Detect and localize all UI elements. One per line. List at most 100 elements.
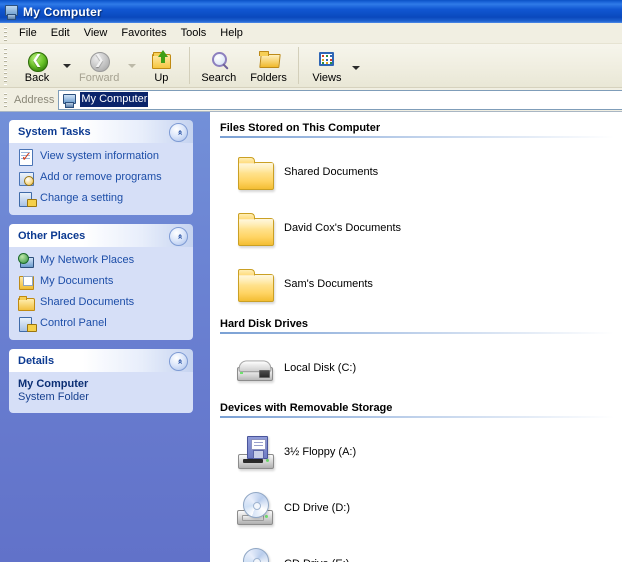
views-dropdown-icon[interactable] xyxy=(351,61,362,70)
folder-icon xyxy=(234,262,278,306)
item-local-disk-c[interactable]: Local Disk (C:) xyxy=(220,340,446,396)
menu-tools[interactable]: Tools xyxy=(174,25,214,42)
up-button[interactable]: Up xyxy=(137,44,185,87)
task-change-a-setting[interactable]: Change a setting xyxy=(18,191,187,207)
toolbar-separator-2 xyxy=(297,47,299,84)
group-header: Hard Disk Drives xyxy=(220,318,309,330)
task-label: View system information xyxy=(40,150,160,162)
item-floppy-a[interactable]: 3½ Floppy (A:) xyxy=(220,424,446,480)
collapse-chevron-icon[interactable]: « xyxy=(169,352,188,371)
address-gripper[interactable] xyxy=(2,92,10,107)
place-control-panel[interactable]: Control Panel xyxy=(18,316,187,332)
task-label: My Documents xyxy=(40,275,114,287)
views-group: Views xyxy=(303,44,362,87)
toolbar-gripper[interactable] xyxy=(2,46,10,85)
my-computer-icon xyxy=(61,92,77,108)
group-items: Local Disk (C:) xyxy=(220,334,614,398)
menu-view[interactable]: View xyxy=(77,25,115,42)
search-label: Search xyxy=(201,71,237,84)
pane-header-other-places[interactable]: Other Places « xyxy=(9,224,193,247)
item-cd-drive-e[interactable]: CD Drive (E:) xyxy=(220,536,446,562)
back-group: ❮ Back xyxy=(13,44,72,87)
system-info-icon: ✓ xyxy=(19,149,33,166)
item-label: 3½ Floppy (A:) xyxy=(284,446,357,458)
item-label: Shared Documents xyxy=(284,166,379,178)
item-label: Sam's Documents xyxy=(284,278,373,290)
task-add-or-remove-programs[interactable]: Add or remove programs xyxy=(18,170,187,186)
network-places-icon xyxy=(18,253,34,269)
group-removable-storage: Devices with Removable Storage 3½ Floppy… xyxy=(220,402,614,562)
folder-icon xyxy=(18,295,35,311)
pane-header-details[interactable]: Details « xyxy=(9,349,193,372)
forward-arrow-icon: ❯ xyxy=(87,49,111,72)
group-items: 3½ Floppy (A:) CD Drive (D:) xyxy=(220,418,614,562)
hard-disk-icon xyxy=(234,346,278,390)
folders-icon xyxy=(257,49,281,72)
views-grid-icon xyxy=(315,49,339,72)
forward-button[interactable]: ❯ Forward xyxy=(72,46,126,86)
views-button[interactable]: Views xyxy=(303,46,351,86)
group-header: Devices with Removable Storage xyxy=(220,402,393,414)
menu-bar: File Edit View Favorites Tools Help xyxy=(0,23,622,44)
place-my-documents[interactable]: My Documents xyxy=(18,274,187,290)
task-label: Control Panel xyxy=(40,317,107,329)
item-david-cox-documents[interactable]: David Cox's Documents xyxy=(220,200,446,256)
item-label: CD Drive (D:) xyxy=(284,502,350,514)
forward-label: Forward xyxy=(79,71,120,84)
magnifier-icon xyxy=(207,49,231,72)
task-label: Shared Documents xyxy=(40,296,135,308)
address-label: Address xyxy=(14,93,55,106)
address-bar: Address My Computer xyxy=(0,88,622,112)
folder-icon xyxy=(234,150,278,194)
control-panel-icon xyxy=(18,316,37,332)
pane-title: System Tasks xyxy=(18,125,91,138)
place-my-network-places[interactable]: My Network Places xyxy=(18,253,187,269)
task-label: Change a setting xyxy=(40,192,124,204)
window-title: My Computer xyxy=(23,4,102,19)
back-dropdown-icon[interactable] xyxy=(61,63,72,68)
file-list-area[interactable]: Files Stored on This Computer Shared Doc… xyxy=(210,112,622,562)
toolbar: ❮ Back ❯ Forward Up Search Folders Views xyxy=(0,44,622,88)
task-view-system-information[interactable]: ✓ View system information xyxy=(18,149,187,166)
item-sam-documents[interactable]: Sam's Documents xyxy=(220,256,446,312)
group-items: Shared Documents David Cox's Documents S… xyxy=(220,138,614,314)
task-label: Add or remove programs xyxy=(40,171,162,183)
item-label: CD Drive (E:) xyxy=(284,558,349,562)
control-panel-icon xyxy=(18,191,37,207)
group-hard-disk-drives: Hard Disk Drives Local Disk (C:) xyxy=(220,318,614,398)
menu-gripper[interactable] xyxy=(2,25,10,41)
collapse-chevron-icon[interactable]: « xyxy=(169,123,188,142)
item-shared-documents[interactable]: Shared Documents xyxy=(220,144,446,200)
floppy-drive-icon xyxy=(234,430,278,474)
search-button[interactable]: Search xyxy=(194,44,243,87)
window-body: System Tasks « ✓ View system information xyxy=(0,112,622,562)
address-input[interactable]: My Computer xyxy=(58,89,622,110)
title-bar: My Computer xyxy=(0,0,622,23)
folders-button[interactable]: Folders xyxy=(243,44,294,87)
folder-icon xyxy=(234,206,278,250)
views-label: Views xyxy=(312,71,342,84)
group-files-stored: Files Stored on This Computer Shared Doc… xyxy=(220,122,614,314)
pane-body-other-places: My Network Places My Documents Shared Do… xyxy=(9,247,193,340)
cd-drive-icon xyxy=(234,486,278,530)
back-arrow-icon: ❮ xyxy=(25,49,49,72)
my-computer-window: My Computer File Edit View Favorites Too… xyxy=(0,0,622,562)
up-folder-icon xyxy=(149,49,173,72)
menu-file[interactable]: File xyxy=(12,25,44,42)
pane-title: Details xyxy=(18,354,55,367)
menu-edit[interactable]: Edit xyxy=(44,25,77,42)
forward-dropdown-icon[interactable] xyxy=(126,63,137,68)
collapse-chevron-icon[interactable]: « xyxy=(169,227,188,246)
item-cd-drive-d[interactable]: CD Drive (D:) xyxy=(220,480,446,536)
back-label: Back xyxy=(24,71,50,84)
group-header: Files Stored on This Computer xyxy=(220,122,381,134)
pane-other-places: Other Places « My Network Places My Docu… xyxy=(9,224,193,340)
my-documents-icon xyxy=(18,274,34,290)
pane-body-system-tasks: ✓ View system information Add or remove … xyxy=(9,143,193,215)
menu-help[interactable]: Help xyxy=(213,25,250,42)
menu-favorites[interactable]: Favorites xyxy=(114,25,173,42)
place-shared-documents[interactable]: Shared Documents xyxy=(18,295,187,311)
pane-header-system-tasks[interactable]: System Tasks « xyxy=(9,120,193,143)
folders-label: Folders xyxy=(250,71,287,84)
back-button[interactable]: ❮ Back xyxy=(13,46,61,86)
